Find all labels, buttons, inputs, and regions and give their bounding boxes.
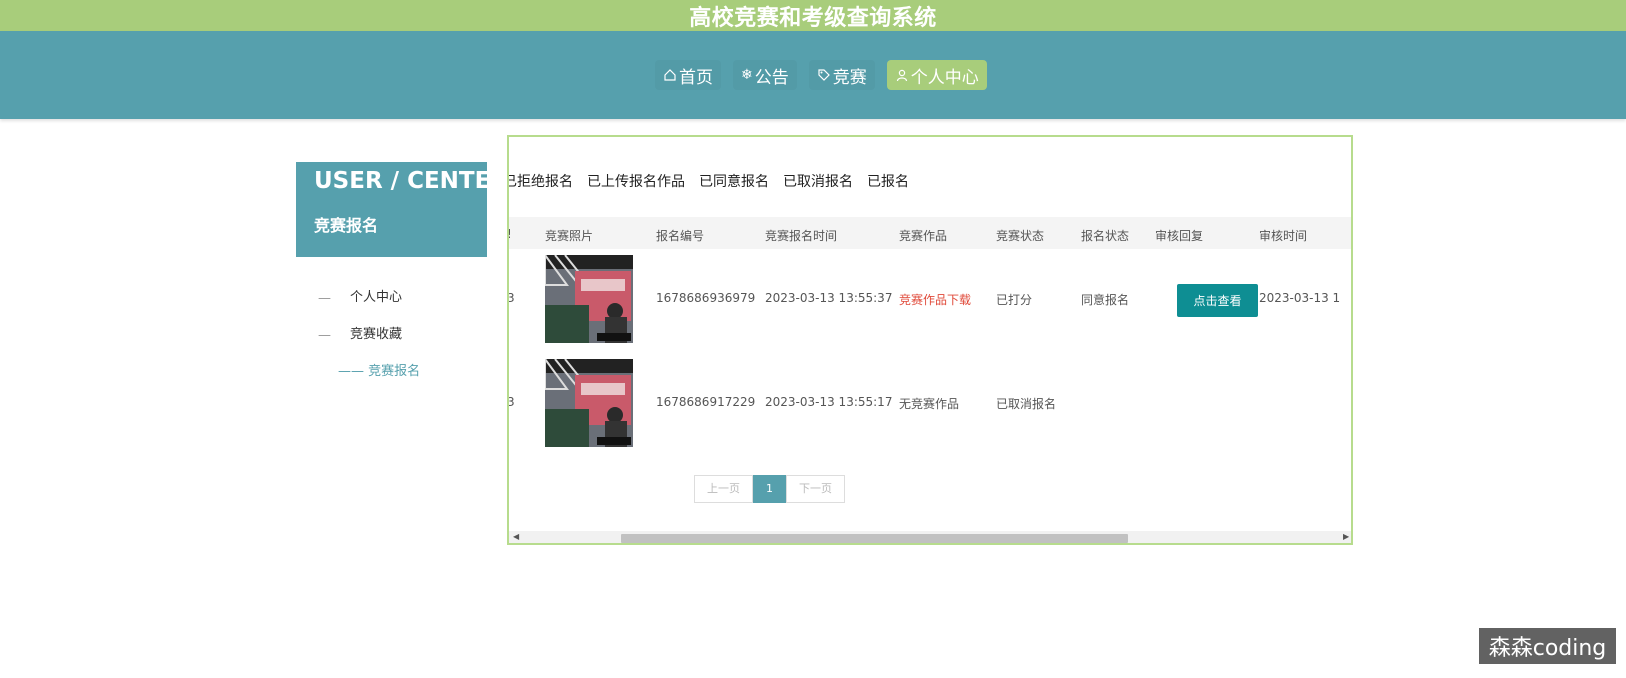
nav-user-center-label: 个人中心 — [910, 67, 979, 88]
header-work: 竞赛作品 — [899, 229, 948, 243]
filter-cancelled[interactable]: 已取消报名 — [783, 171, 853, 191]
sidebar-item-label: 个人中心 — [350, 290, 403, 305]
cell-number: 1678686917229 — [656, 395, 756, 409]
header-status: 竞赛状态 — [996, 229, 1045, 243]
view-reply-button[interactable]: 点击查看 — [1177, 284, 1258, 317]
sidebar-header: USER / CENTER 竞赛报名 — [296, 162, 508, 257]
scroll-right-icon[interactable]: ▶ — [1343, 532, 1349, 541]
content-panel: 已拒绝报名 已上传报名作品 已同意报名 已取消报名 已报名 ! 竞赛照片 报名编… — [507, 135, 1353, 545]
header-signup-status: 报名状态 — [1081, 229, 1130, 243]
watermark: 森森coding — [1479, 628, 1616, 664]
cell-status: 已取消报名 — [996, 397, 1057, 411]
header-reply: 审核回复 — [1155, 229, 1204, 243]
cell-review-time: 2023-03-13 1 — [1259, 291, 1341, 305]
work-download-link[interactable]: 竞赛作品下载 — [899, 291, 971, 308]
filter-rejected[interactable]: 已拒绝报名 — [509, 171, 573, 191]
sidebar-item-label: —— 竞赛报名 — [338, 364, 421, 379]
sidebar-item-signup[interactable]: —— 竞赛报名 — [296, 356, 487, 393]
top-banner: 高校竞赛和考级查询系统 — [0, 0, 1626, 31]
filter-approved[interactable]: 已同意报名 — [699, 171, 769, 191]
sidebar-heading: USER / CENTER — [314, 168, 509, 194]
sidebar-item-label: 竞赛收藏 — [350, 327, 403, 342]
horizontal-scrollbar[interactable]: ◀ ▶ — [509, 531, 1351, 543]
cell-time: 2023-03-13 13:55:37 — [765, 291, 893, 305]
photo-image — [545, 359, 633, 447]
pagination: 上一页 1 下一页 — [694, 475, 845, 503]
filter-signed-up[interactable]: 已报名 — [867, 171, 909, 191]
table-header: ! 竞赛照片 报名编号 竞赛报名时间 竞赛作品 竞赛状态 报名状态 审核回复 审… — [507, 217, 1351, 249]
status-filters: 已拒绝报名 已上传报名作品 已同意报名 已取消报名 已报名 — [509, 171, 909, 191]
competition-photo[interactable] — [545, 255, 633, 343]
sidebar-item-favorites[interactable]: — 竞赛收藏 — [296, 319, 487, 356]
table-row: 3 1678686917229 2023-03-13 13:55:17 无竞赛作… — [507, 353, 1351, 457]
cell-clipped: 3 — [507, 291, 515, 305]
cell-time: 2023-03-13 13:55:17 — [765, 395, 893, 409]
photo-image — [545, 255, 633, 343]
snowflake-icon: ❄ — [741, 67, 753, 83]
sidebar-subheading: 竞赛报名 — [314, 216, 379, 235]
header-time: 竞赛报名时间 — [765, 229, 838, 243]
scrollbar-thumb[interactable] — [621, 534, 1128, 543]
competition-photo[interactable] — [545, 359, 633, 447]
sidebar-menu: — 个人中心 — 竞赛收藏 —— 竞赛报名 — [296, 282, 487, 393]
cell-status: 已打分 — [996, 293, 1033, 307]
prev-page-button[interactable]: 上一页 — [694, 475, 753, 503]
home-icon — [664, 69, 676, 81]
nav-notice-label: 公告 — [754, 67, 789, 88]
cell-signup-status: 同意报名 — [1081, 293, 1130, 307]
filter-uploaded[interactable]: 已上传报名作品 — [587, 171, 685, 191]
nav-notice[interactable]: ❄ 公告 — [733, 60, 797, 90]
header-photo: 竞赛照片 — [545, 229, 594, 243]
page-1-button[interactable]: 1 — [753, 475, 786, 503]
sidebar-item-user-center[interactable]: — 个人中心 — [296, 282, 487, 319]
nav-home[interactable]: 首页 — [655, 60, 721, 90]
header-review-time: 审核时间 — [1259, 229, 1308, 243]
dash-icon: — — [318, 291, 331, 306]
cell-clipped: 3 — [507, 395, 515, 409]
header-number: 报名编号 — [656, 229, 705, 243]
nav-competition-label: 竞赛 — [832, 67, 867, 88]
site-title: 高校竞赛和考级查询系统 — [689, 5, 937, 31]
tag-icon — [818, 69, 830, 81]
main-nav: 首页 ❄ 公告 竞赛 个人中心 — [0, 31, 1626, 119]
user-icon — [896, 69, 907, 82]
scroll-left-icon[interactable]: ◀ — [513, 532, 519, 541]
cell-work: 无竞赛作品 — [899, 397, 960, 411]
header-clipped: ! — [507, 227, 512, 241]
nav-competition[interactable]: 竞赛 — [809, 60, 875, 90]
nav-user-center[interactable]: 个人中心 — [886, 60, 987, 90]
next-page-button[interactable]: 下一页 — [786, 475, 845, 503]
nav-home-label: 首页 — [679, 67, 713, 88]
dash-icon: — — [318, 328, 331, 343]
cell-number: 1678686936979 — [656, 291, 756, 305]
